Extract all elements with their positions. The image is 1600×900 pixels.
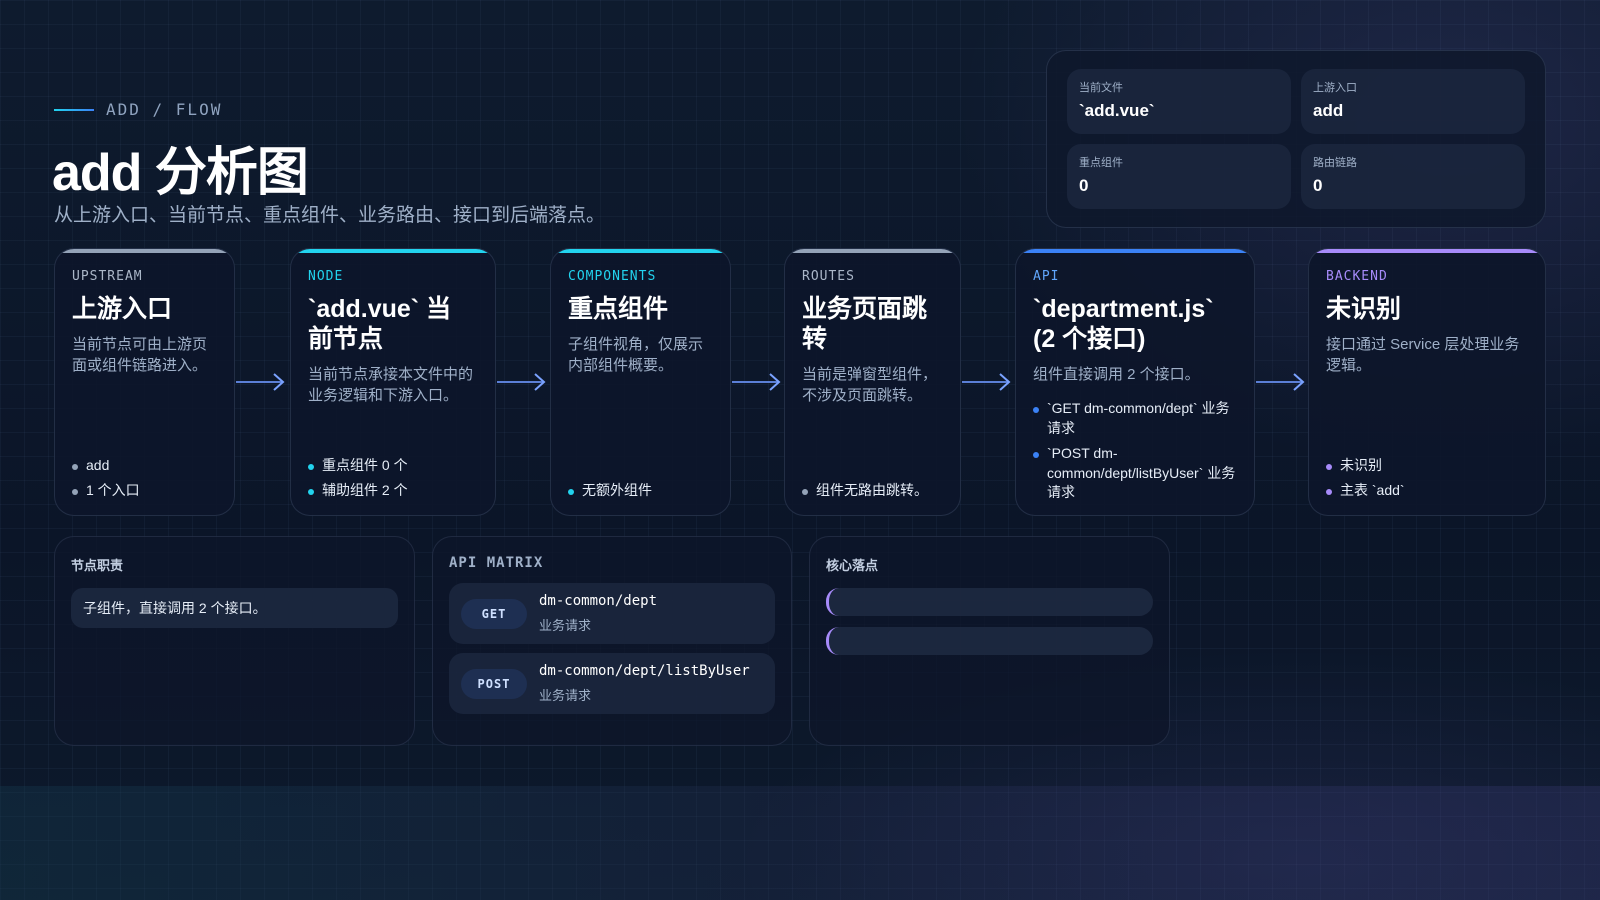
card-desc: 当前是弹窗型组件，不涉及页面跳转。: [802, 366, 938, 404]
method-badge: GET: [461, 599, 527, 629]
api-row: POST dm-common/dept/listByUser 业务请求: [449, 653, 775, 714]
api-path: dm-common/dept: [539, 593, 658, 609]
card-list: 无额外组件: [568, 475, 718, 501]
responsibility-text: 子组件，直接调用 2 个接口。: [71, 588, 398, 628]
flow-arrow-icon: [732, 373, 781, 391]
eyebrow-line: [54, 108, 94, 111]
panel-api-matrix: API MATRIX GET dm-common/dept 业务请求 POST …: [432, 536, 792, 746]
card-desc: 接口通过 Service 层处理业务逻辑。: [1326, 336, 1520, 374]
stat-label: 路由链路: [1313, 157, 1357, 169]
stat-upstream: 上游入口 add: [1301, 69, 1525, 134]
stat-label: 上游入口: [1313, 82, 1357, 94]
card-accent-bar: [551, 249, 730, 253]
card-title: `department.js` (2 个接口): [1033, 295, 1214, 353]
card-backend: BACKEND 未识别 接口通过 Service 层处理业务逻辑。 未识别 主表…: [1308, 248, 1546, 516]
api-path: dm-common/dept/listByUser: [539, 663, 750, 679]
page-title: add 分析图: [52, 144, 309, 202]
eyebrow: ADD / FLOW: [54, 100, 222, 119]
bottom-band: [0, 786, 1600, 900]
card-list: 未识别 主表 `add`: [1326, 450, 1533, 501]
list-item: `GET dm-common/dept` 业务请求: [1033, 399, 1237, 438]
flow-arrow-icon: [236, 373, 285, 391]
card-desc: 当前节点承接本文件中的业务逻辑和下游入口。: [308, 366, 474, 404]
core-placeholder-bar: [826, 627, 1153, 655]
card-list: `GET dm-common/dept` 业务请求 `POST dm-commo…: [1033, 399, 1237, 503]
card-components: COMPONENTS 重点组件 子组件视角，仅展示内部组件概要。 无额外组件: [550, 248, 731, 516]
page-subtitle: 从上游入口、当前节点、重点组件、业务路由、接口到后端落点。: [54, 205, 606, 226]
card-tag: ROUTES: [802, 269, 855, 284]
flow-arrow-icon: [497, 373, 546, 391]
card-list: add 1 个入口: [72, 450, 222, 501]
card-desc: 组件直接调用 2 个接口。: [1033, 366, 1200, 383]
stat-label: 当前文件: [1079, 82, 1123, 94]
list-item: 无额外组件: [568, 481, 718, 501]
api-text: dm-common/dept 业务请求: [539, 593, 657, 634]
list-item: 组件无路由跳转。: [802, 481, 948, 501]
api-text: dm-common/dept/listByUser 业务请求: [539, 663, 750, 704]
card-title: `add.vue` 当前节点: [308, 295, 452, 353]
list-item: 辅助组件 2 个: [308, 481, 483, 501]
stat-components: 重点组件 0: [1067, 144, 1291, 209]
card-tag: COMPONENTS: [568, 269, 657, 284]
stat-value: `add.vue`: [1079, 101, 1155, 120]
card-title: 重点组件: [568, 295, 669, 323]
card-tag: UPSTREAM: [72, 269, 143, 284]
api-note: 业务请求: [539, 688, 592, 703]
stat-routes: 路由链路 0: [1301, 144, 1525, 209]
card-tag: API: [1033, 269, 1060, 284]
card-list: 重点组件 0 个 辅助组件 2 个: [308, 450, 483, 501]
list-item: 重点组件 0 个: [308, 456, 483, 476]
stat-value: 0: [1313, 176, 1323, 195]
list-item: `POST dm-common/dept/listByUser` 业务请求: [1033, 444, 1237, 503]
card-accent-bar: [785, 249, 960, 253]
stat-current-file: 当前文件 `add.vue`: [1067, 69, 1291, 134]
list-item: 1 个入口: [72, 481, 222, 501]
card-title: 业务页面跳转: [802, 295, 928, 353]
card-title: 未识别: [1326, 295, 1402, 323]
card-tag: BACKEND: [1326, 269, 1388, 284]
card-tag: NODE: [308, 269, 344, 284]
card-accent-bar: [291, 249, 495, 253]
card-node: NODE `add.vue` 当前节点 当前节点承接本文件中的业务逻辑和下游入口…: [290, 248, 496, 516]
core-placeholder-bar: [826, 588, 1153, 616]
panel-title: API MATRIX: [449, 555, 544, 571]
card-accent-bar: [1309, 249, 1545, 253]
stats-panel: 当前文件 `add.vue` 上游入口 add 重点组件 0 路由链路 0: [1046, 50, 1546, 228]
list-item: 主表 `add`: [1326, 481, 1533, 501]
card-title: 上游入口: [72, 295, 173, 323]
list-item: 未识别: [1326, 456, 1533, 476]
card-routes: ROUTES 业务页面跳转 当前是弹窗型组件，不涉及页面跳转。 组件无路由跳转。: [784, 248, 961, 516]
api-row: GET dm-common/dept 业务请求: [449, 583, 775, 644]
api-note: 业务请求: [539, 618, 592, 633]
stat-label: 重点组件: [1079, 157, 1123, 169]
stat-value: 0: [1079, 176, 1089, 195]
panel-title: 节点职责: [71, 558, 124, 573]
card-accent-bar: [55, 249, 234, 253]
eyebrow-text: ADD / FLOW: [106, 100, 223, 119]
method-badge: POST: [461, 669, 527, 699]
card-desc: 当前节点可由上游页面或组件链路进入。: [72, 336, 208, 374]
card-accent-bar: [1016, 249, 1254, 253]
panel-title: 核心落点: [826, 558, 879, 573]
card-api: API `department.js` (2 个接口) 组件直接调用 2 个接口…: [1015, 248, 1255, 516]
panel-core: 核心落点: [809, 536, 1170, 746]
stat-value: add: [1313, 101, 1344, 120]
flow-arrow-icon: [962, 373, 1011, 391]
flow-arrow-icon: [1256, 373, 1305, 391]
card-upstream: UPSTREAM 上游入口 当前节点可由上游页面或组件链路进入。 add 1 个…: [54, 248, 235, 516]
card-list: 组件无路由跳转。: [802, 475, 948, 501]
list-item: add: [72, 456, 222, 476]
card-desc: 子组件视角，仅展示内部组件概要。: [568, 336, 704, 374]
panel-responsibility: 节点职责 子组件，直接调用 2 个接口。: [54, 536, 415, 746]
